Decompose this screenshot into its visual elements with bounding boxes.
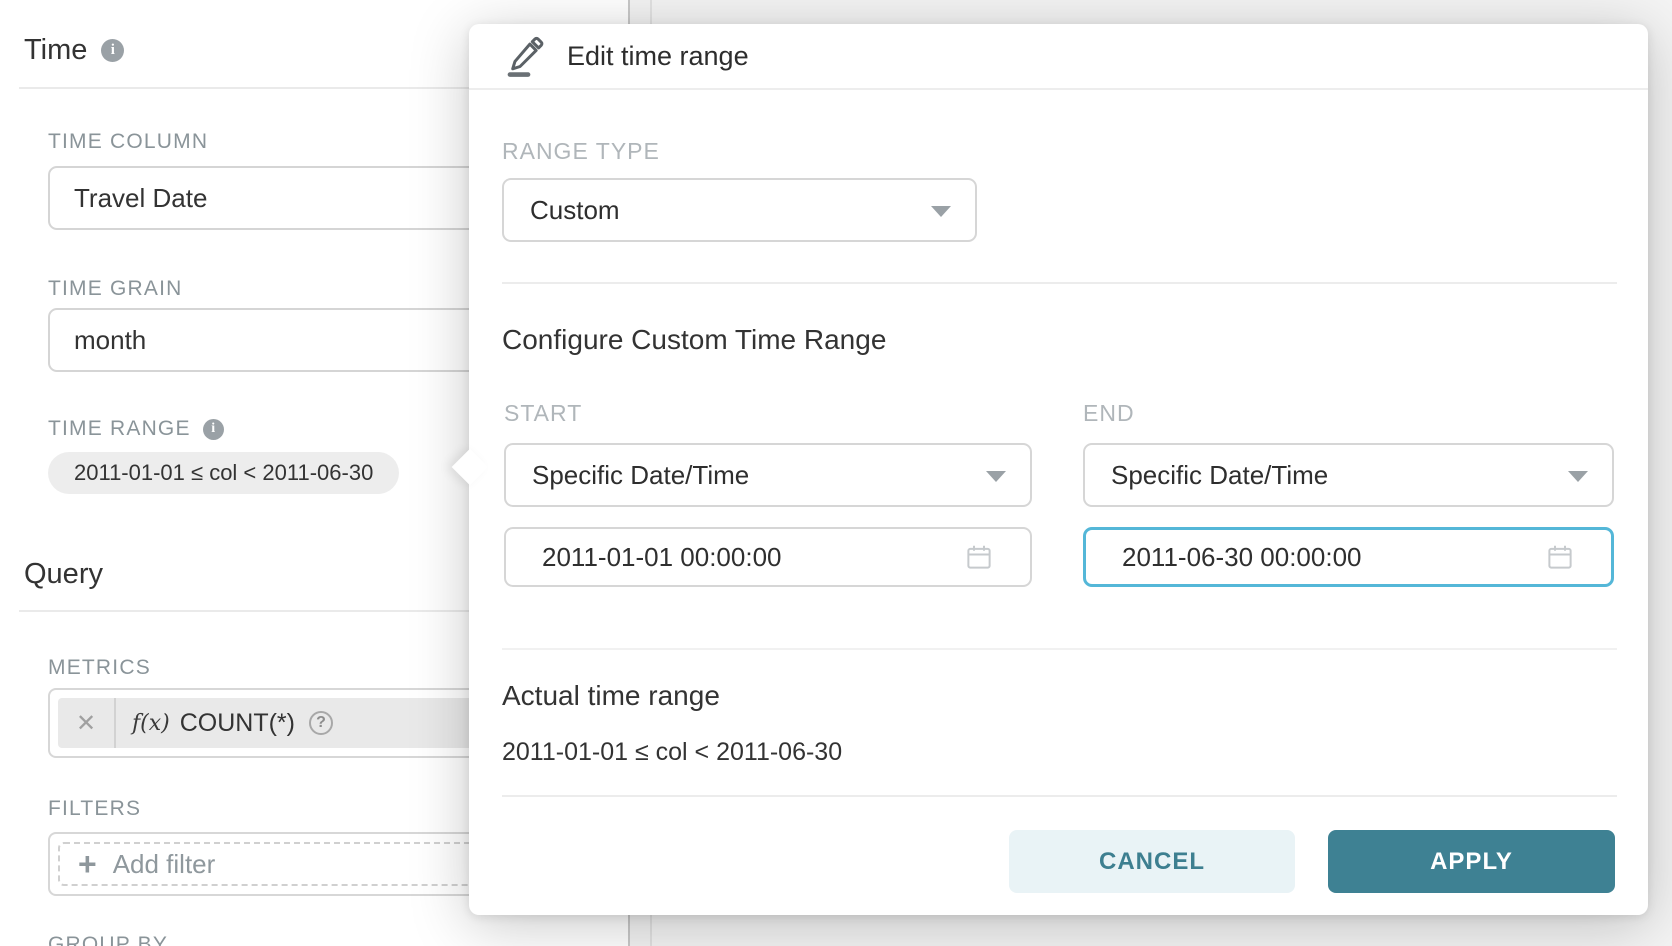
start-datetime-value: 2011-01-01 00:00:00 (542, 542, 782, 573)
time-range-label: TIME RANGE (48, 417, 191, 441)
plus-icon: + (78, 848, 97, 880)
popover-header: Edit time range (469, 24, 1648, 90)
start-mode-value: Specific Date/Time (532, 460, 749, 491)
time-section-heading: Time i (24, 34, 124, 67)
time-column-label: TIME COLUMN (48, 130, 208, 154)
group-by-label: GROUP BY (48, 933, 168, 946)
help-icon[interactable]: ? (309, 711, 333, 735)
time-column-value: Travel Date (74, 183, 207, 214)
calendar-icon[interactable] (1545, 542, 1575, 572)
popover-title: Edit time range (567, 41, 749, 72)
screen: Time i TIME COLUMN Travel Date TIME GRAI… (0, 0, 1672, 946)
metric-name: COUNT(*) (180, 709, 295, 738)
time-range-pill[interactable]: 2011-01-01 ≤ col < 2011-06-30 (48, 452, 399, 494)
range-type-value: Custom (530, 195, 620, 226)
filters-label: FILTERS (48, 797, 141, 821)
query-section-title: Query (24, 558, 103, 591)
end-mode-select[interactable]: Specific Date/Time (1083, 443, 1614, 507)
start-datetime-input[interactable]: 2011-01-01 00:00:00 (504, 527, 1032, 587)
end-datetime-value: 2011-06-30 00:00:00 (1122, 542, 1362, 573)
end-mode-value: Specific Date/Time (1111, 460, 1328, 491)
chevron-down-icon (1568, 471, 1588, 482)
actual-time-range-value: 2011-01-01 ≤ col < 2011-06-30 (502, 738, 842, 767)
start-label: START (504, 400, 582, 427)
range-type-select[interactable]: Custom (502, 178, 977, 242)
end-label: END (1083, 400, 1135, 427)
configure-heading: Configure Custom Time Range (502, 324, 886, 356)
function-icon: f(x) (132, 711, 170, 736)
cancel-button[interactable]: CANCEL (1009, 830, 1295, 893)
range-type-label: RANGE TYPE (502, 138, 660, 165)
chevron-down-icon (986, 471, 1006, 482)
chevron-down-icon (931, 206, 951, 217)
start-mode-select[interactable]: Specific Date/Time (504, 443, 1032, 507)
query-section-heading: Query (24, 558, 103, 591)
end-datetime-input[interactable]: 2011-06-30 00:00:00 (1083, 527, 1614, 587)
edit-time-range-popover: Edit time range RANGE TYPE Custom Config… (469, 24, 1648, 915)
edit-pencil-icon (505, 35, 547, 77)
modal-divider (502, 282, 1617, 284)
time-grain-value: month (74, 325, 146, 356)
time-section-title: Time (24, 34, 87, 67)
modal-divider (502, 648, 1617, 650)
chip-separator (114, 698, 116, 748)
info-icon[interactable]: i (101, 39, 124, 62)
time-grain-label: TIME GRAIN (48, 277, 183, 301)
calendar-icon[interactable] (964, 542, 994, 572)
apply-button[interactable]: APPLY (1328, 830, 1615, 893)
close-icon[interactable]: ✕ (58, 709, 114, 738)
info-icon[interactable]: i (203, 419, 224, 440)
metrics-label: METRICS (48, 656, 151, 680)
footer-divider (502, 795, 1617, 797)
add-filter-label: Add filter (113, 849, 216, 880)
time-range-label-row: TIME RANGE i (48, 417, 224, 441)
time-range-pill-value: 2011-01-01 ≤ col < 2011-06-30 (74, 460, 373, 486)
actual-time-range-heading: Actual time range (502, 680, 720, 712)
